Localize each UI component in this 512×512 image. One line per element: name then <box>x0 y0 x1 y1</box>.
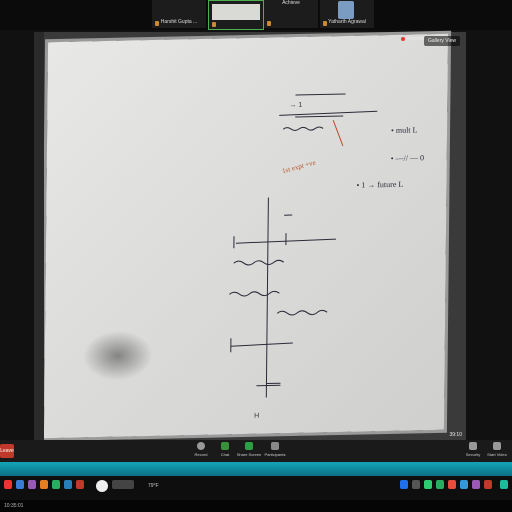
app-icon[interactable] <box>64 480 72 489</box>
record-icon <box>197 442 205 450</box>
shield-icon <box>469 442 477 450</box>
share-screen-button[interactable]: Share Screen <box>236 441 262 461</box>
app-icon[interactable] <box>96 480 108 492</box>
participant-tile[interactable]: Achieve <box>264 0 318 28</box>
wall-edge <box>34 32 44 440</box>
svg-text:→ 1: → 1 <box>289 102 302 109</box>
board-drawing: → 1 H • mult L • —// — 0 • 1 → future L … <box>229 93 424 420</box>
board-line-2: • —// — 0 <box>391 153 424 163</box>
app-icon[interactable] <box>424 480 432 489</box>
board-label-h: H <box>254 413 259 420</box>
board-note: 1st expt +ve <box>281 158 316 175</box>
app-icon[interactable] <box>436 480 444 489</box>
view-toggle[interactable]: Gallery View <box>424 36 460 46</box>
start-video-button[interactable]: Start Video <box>484 441 510 461</box>
mic-muted-icon <box>323 21 327 26</box>
chat-icon <box>221 442 229 450</box>
app-icon[interactable] <box>28 480 36 489</box>
main-video: → 1 H • mult L • —// — 0 • 1 → future L … <box>34 32 466 440</box>
weather-widget[interactable]: 79°F <box>148 483 159 489</box>
participants-icon <box>271 442 279 450</box>
app-icon[interactable] <box>400 480 408 489</box>
app-icon[interactable] <box>472 480 480 489</box>
participant-avatar <box>338 1 354 19</box>
security-button[interactable]: Security <box>460 441 486 461</box>
leave-button[interactable]: Leave <box>0 444 14 458</box>
chat-button[interactable]: Chat <box>212 441 238 461</box>
mic-muted-icon <box>267 21 271 26</box>
participant-name: Achieve <box>282 0 300 6</box>
whiteboard-thumbnail <box>212 4 260 20</box>
record-dot-icon <box>401 37 406 41</box>
participant-tile[interactable]: Yatharth Agrawal <box>320 0 374 28</box>
app-icon[interactable] <box>484 480 492 489</box>
app-icon[interactable] <box>52 480 60 489</box>
system-clock: 10:35:01 <box>0 500 512 512</box>
app-icon[interactable] <box>40 480 48 489</box>
board-line-3: • 1 → future L <box>356 180 403 190</box>
mic-muted-icon <box>212 22 216 27</box>
app-icon[interactable] <box>16 480 24 489</box>
taskbar-separator <box>0 462 512 476</box>
participant-name: Yatharth Agrawal <box>328 19 366 25</box>
app-icon[interactable] <box>500 480 508 489</box>
app-thumbnail[interactable] <box>112 480 134 489</box>
app-icon[interactable] <box>76 480 84 489</box>
meeting-timer: 39:10 <box>449 432 462 438</box>
app-icon[interactable] <box>448 480 456 489</box>
participants-button[interactable]: Participants <box>262 441 288 461</box>
video-camera-icon <box>493 442 501 450</box>
board-line-1: • mult L <box>391 125 418 135</box>
participant-tile[interactable]: Harshit Gupta ... <box>152 0 206 28</box>
app-icon[interactable] <box>460 480 468 489</box>
record-button[interactable]: Record <box>188 441 214 461</box>
participant-tile-active[interactable] <box>208 0 264 30</box>
participant-name: Harshit Gupta ... <box>160 19 198 25</box>
app-icon[interactable] <box>4 480 12 489</box>
participant-strip: Harshit Gupta ... Achieve Yatharth Agraw… <box>0 0 512 30</box>
mic-muted-icon <box>155 21 159 26</box>
whiteboard: → 1 H • mult L • —// — 0 • 1 → future L … <box>43 33 449 439</box>
share-screen-icon <box>245 442 253 450</box>
app-icon[interactable] <box>412 480 420 489</box>
